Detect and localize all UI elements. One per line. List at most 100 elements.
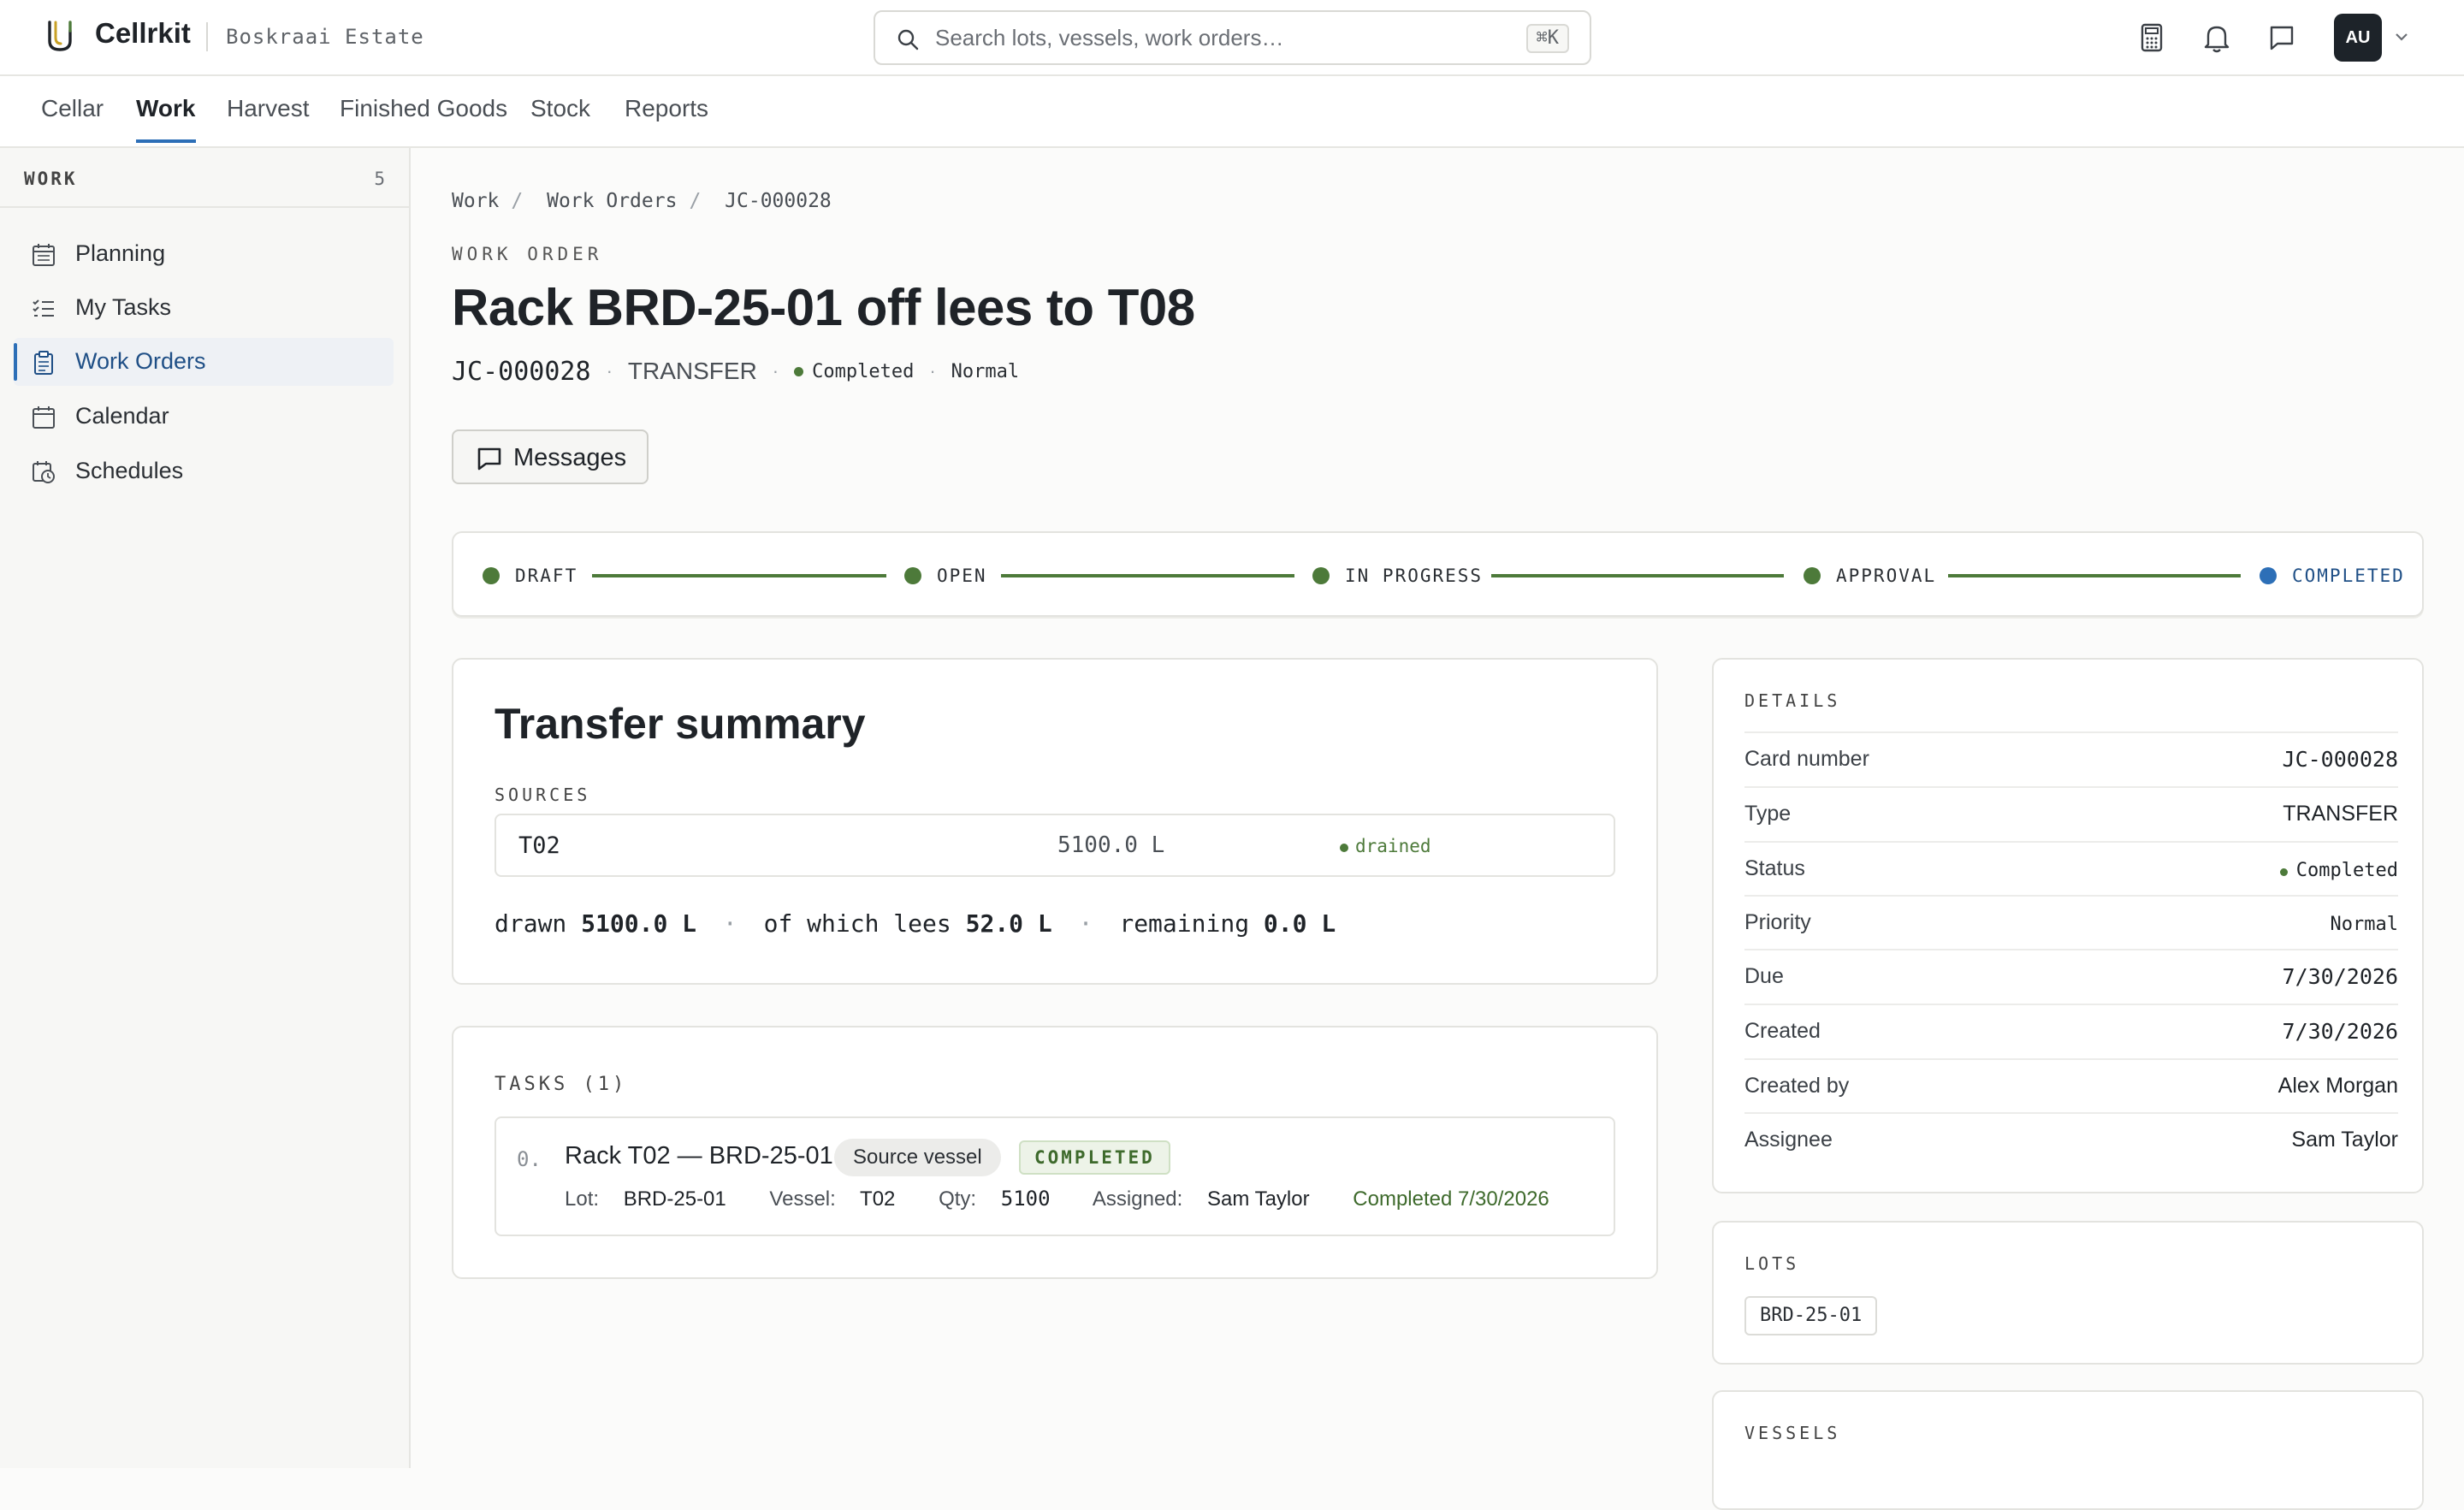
page-eyebrow: WORK ORDER xyxy=(452,244,603,264)
work-order-meta: JC-000028 · TRANSFER · Completed · Norma… xyxy=(452,354,1019,388)
calculator-icon[interactable] xyxy=(2135,21,2169,55)
totals-separator: · xyxy=(722,909,737,938)
search-shortcut-hint: ⌘K xyxy=(1525,24,1569,53)
top-bar: Cellrkit Boskraai Estate ⌘K AU xyxy=(0,0,2464,76)
lees-label: of which lees xyxy=(763,909,951,938)
step-open: OPEN xyxy=(904,564,987,588)
status-stepper: DRAFT OPEN IN PROGRESS APPROVAL COMPLETE… xyxy=(452,531,2424,617)
nav-tab-finished-goods[interactable]: Finished Goods xyxy=(340,95,507,139)
task-title[interactable]: Rack T02 — BRD-25-01 xyxy=(565,1142,833,1170)
sidebar-title: WORK xyxy=(24,169,78,189)
brand-divider xyxy=(206,22,208,51)
remaining-value: 0.0 L xyxy=(1263,909,1336,938)
meta-separator: · xyxy=(606,360,613,382)
nav-tab-harvest[interactable]: Harvest xyxy=(227,95,309,139)
step-approval: APPROVAL xyxy=(1804,564,1936,588)
step-complete-icon xyxy=(904,567,921,584)
sidebar-item-schedules[interactable]: Schedules xyxy=(14,447,394,495)
detail-key: Card number xyxy=(1744,747,1869,771)
calendar-clock-icon xyxy=(33,461,55,483)
status-dot-icon xyxy=(1340,844,1348,852)
detail-value: 7/30/2026 xyxy=(2282,964,2398,989)
breadcrumb-link-work[interactable]: Work xyxy=(452,190,499,212)
sidebar-item-label: Planning xyxy=(75,240,166,266)
chevron-down-icon[interactable] xyxy=(2392,27,2411,46)
messages-button-label: Messages xyxy=(513,444,627,471)
bell-icon[interactable] xyxy=(2200,21,2234,55)
detail-value: Completed xyxy=(2279,860,2398,881)
detail-row-assignee: Assignee Sam Taylor xyxy=(1744,1112,2398,1167)
nav-tab-work[interactable]: Work xyxy=(136,95,196,143)
totals-separator: · xyxy=(1078,909,1093,938)
detail-value: TRANSFER xyxy=(2283,802,2398,826)
sidebar: WORK 5 Planning My Tasks Work Orders Cal… xyxy=(0,148,411,1468)
step-connector xyxy=(1001,574,1294,577)
calendar-icon xyxy=(33,406,55,429)
chat-icon[interactable] xyxy=(2265,21,2299,55)
detail-row-card-number: Card number JC-000028 xyxy=(1744,731,2398,786)
detail-value: 7/30/2026 xyxy=(2282,1019,2398,1044)
nav-tab-cellar[interactable]: Cellar xyxy=(41,95,104,139)
detail-key: Created xyxy=(1744,1019,1821,1043)
step-label: IN PROGRESS xyxy=(1345,566,1484,586)
app-name[interactable]: Cellrkit xyxy=(95,17,191,50)
step-draft: DRAFT xyxy=(483,564,578,588)
page-title: Rack BRD-25-01 off lees to T08 xyxy=(452,279,1195,336)
task-qty: 5100 xyxy=(1000,1187,1051,1211)
task-assigned: Sam Taylor xyxy=(1206,1187,1310,1211)
tasks-label: TASKS (1) xyxy=(495,1074,628,1095)
vessels-card: VESSELS xyxy=(1712,1390,2424,1510)
task-status-badge: COMPLETED xyxy=(1019,1140,1170,1175)
detail-row-type: Type TRANSFER xyxy=(1744,786,2398,841)
tasks-card: TASKS (1) 0. Rack T02 — BRD-25-01 Source… xyxy=(452,1026,1658,1279)
status-badge: Completed xyxy=(812,360,915,382)
detail-key: Assignee xyxy=(1744,1128,1833,1152)
sidebar-item-calendar[interactable]: Calendar xyxy=(14,393,394,441)
sidebar-item-planning[interactable]: Planning xyxy=(14,230,394,278)
details-label: DETAILS xyxy=(1744,690,1841,711)
step-complete-icon xyxy=(483,567,500,584)
sidebar-item-work-orders[interactable]: Work Orders xyxy=(14,338,394,386)
main-nav: Cellar Work Harvest Finished Goods Stock… xyxy=(0,76,2464,148)
transfer-summary-title: Transfer summary xyxy=(495,700,866,748)
search-icon xyxy=(897,29,919,50)
task-qty-label: Qty: xyxy=(939,1187,977,1211)
step-complete-icon xyxy=(1312,567,1330,584)
step-label: APPROVAL xyxy=(1836,566,1937,586)
step-connector xyxy=(592,574,886,577)
sources-label: SOURCES xyxy=(495,785,591,805)
meta-separator: · xyxy=(929,360,936,382)
step-connector xyxy=(1948,574,2241,577)
search-input[interactable] xyxy=(935,21,1500,55)
detail-value: Normal xyxy=(2330,914,2398,935)
step-completed: COMPLETED xyxy=(2260,564,2405,588)
nav-tab-stock[interactable]: Stock xyxy=(530,95,590,139)
task-row[interactable]: 0. Rack T02 — BRD-25-01 Source vessel CO… xyxy=(495,1116,1615,1236)
messages-button[interactable]: Messages xyxy=(452,429,649,484)
user-avatar[interactable]: AU xyxy=(2334,14,2382,62)
source-row[interactable]: T02 5100.0 L drained xyxy=(495,814,1615,877)
sidebar-item-my-tasks[interactable]: My Tasks xyxy=(14,284,394,332)
lots-label: LOTS xyxy=(1744,1253,1800,1274)
search-box[interactable]: ⌘K xyxy=(874,10,1591,65)
breadcrumb: Work / Work Orders / JC-000028 xyxy=(452,190,844,212)
task-index: 0. xyxy=(517,1147,542,1171)
priority-label: Normal xyxy=(951,360,1020,382)
step-complete-icon xyxy=(1804,567,1821,584)
detail-key: Created by xyxy=(1744,1074,1850,1098)
estate-name[interactable]: Boskraai Estate xyxy=(226,25,424,49)
detail-key: Priority xyxy=(1744,910,1811,934)
breadcrumb-current: JC-000028 xyxy=(725,190,832,212)
breadcrumb-separator: / xyxy=(689,190,702,212)
lot-tag[interactable]: BRD-25-01 xyxy=(1744,1296,1878,1335)
detail-value: JC-000028 xyxy=(2282,747,2398,772)
sidebar-count: 5 xyxy=(374,169,385,189)
source-vessel: T02 xyxy=(518,832,560,859)
breadcrumb-link-work-orders[interactable]: Work Orders xyxy=(547,190,677,212)
lees-value: 52.0 L xyxy=(965,909,1052,938)
cellrkit-logo-icon[interactable] xyxy=(44,19,75,53)
breadcrumb-separator: / xyxy=(511,190,524,212)
sidebar-item-label: Calendar xyxy=(75,403,169,429)
nav-tab-reports[interactable]: Reports xyxy=(625,95,708,139)
task-assigned-label: Assigned: xyxy=(1092,1187,1183,1211)
